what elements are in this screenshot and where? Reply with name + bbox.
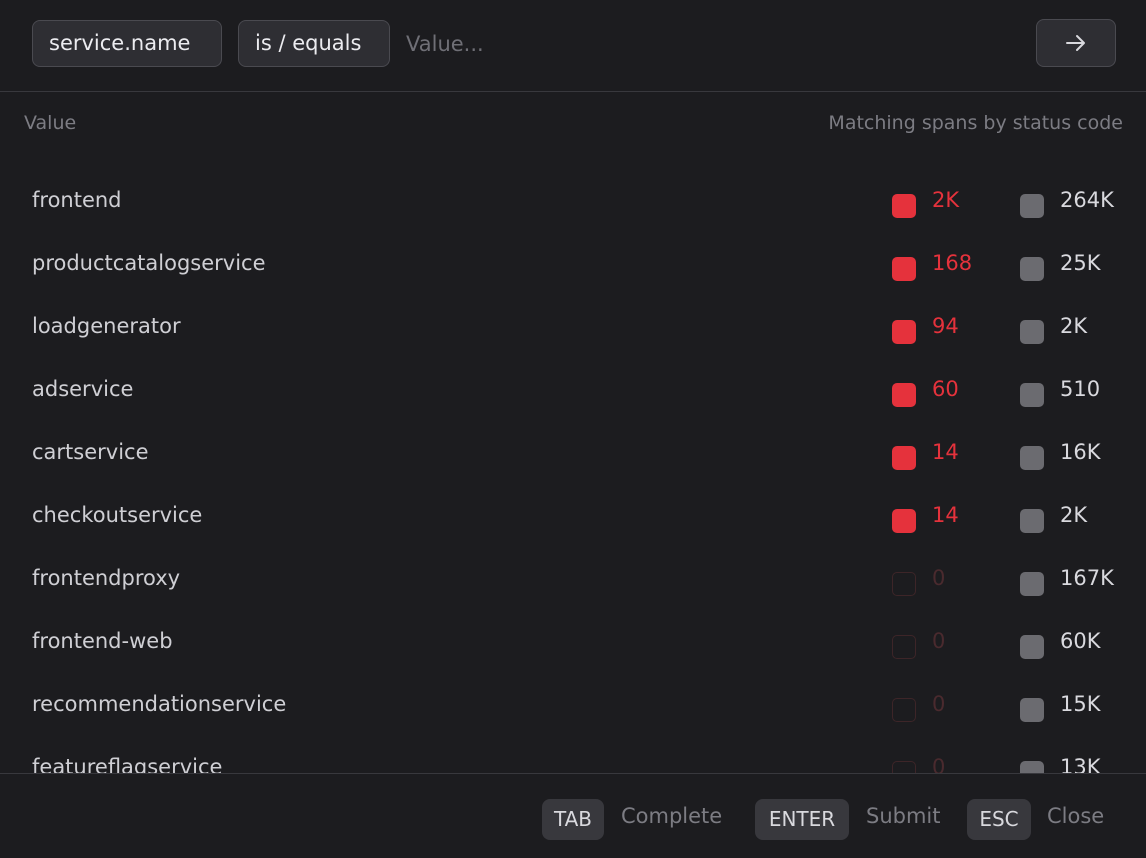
ok-count: 510 [1060, 377, 1101, 401]
error-status-swatch [892, 635, 916, 659]
service-name: productcatalogservice [32, 251, 266, 275]
filter-header: service.name is / equals [0, 0, 1146, 92]
error-status-swatch [892, 698, 916, 722]
ok-count: 16K [1060, 440, 1101, 464]
ok-status-swatch [1020, 698, 1044, 722]
error-count: 0 [932, 629, 946, 653]
error-status-swatch [892, 383, 916, 407]
error-status-swatch [892, 509, 916, 533]
error-status-swatch [892, 320, 916, 344]
error-status-swatch [892, 761, 916, 773]
error-status-swatch [892, 194, 916, 218]
list-item[interactable]: adservice 60 510 [0, 361, 1146, 424]
esc-key-badge: ESC [967, 799, 1031, 840]
ok-status-swatch [1020, 320, 1044, 344]
list-item[interactable]: checkoutservice 14 2K [0, 487, 1146, 550]
submit-button[interactable] [1036, 19, 1116, 67]
service-name: recommendationservice [32, 692, 287, 716]
service-name: checkoutservice [32, 503, 203, 527]
list-item[interactable]: productcatalogservice 168 25K [0, 235, 1146, 298]
ok-count: 2K [1060, 503, 1088, 527]
error-count: 2K [932, 188, 960, 212]
error-count: 60 [932, 377, 959, 401]
ok-status-swatch [1020, 194, 1044, 218]
value-column-header: Value [24, 112, 77, 134]
operator-chip[interactable]: is / equals [238, 20, 390, 67]
enter-key-badge: ENTER [755, 799, 849, 840]
enter-hint-label: Submit [866, 804, 941, 828]
ok-status-swatch [1020, 257, 1044, 281]
error-count: 14 [932, 440, 959, 464]
ok-count: 264K [1060, 188, 1114, 212]
ok-count: 15K [1060, 692, 1101, 716]
list-item[interactable]: loadgenerator 94 2K [0, 298, 1146, 361]
matching-column-header: Matching spans by status code [828, 112, 1123, 134]
service-name: cartservice [32, 440, 149, 464]
ok-count: 167K [1060, 566, 1114, 590]
error-status-swatch [892, 446, 916, 470]
service-name: loadgenerator [32, 314, 181, 338]
ok-count: 2K [1060, 314, 1088, 338]
esc-hint-label: Close [1047, 804, 1105, 828]
ok-status-swatch [1020, 572, 1044, 596]
value-list[interactable]: frontend 2K 264K productcatalogservice 1… [0, 172, 1146, 773]
list-item[interactable]: frontendproxy 0 167K [0, 550, 1146, 613]
ok-count: 25K [1060, 251, 1101, 275]
error-count: 168 [932, 251, 973, 275]
service-name: frontend-web [32, 629, 173, 653]
error-count: 0 [932, 566, 946, 590]
error-count: 0 [932, 755, 946, 773]
keyboard-hints-footer: TAB Complete ENTER Submit ESC Close [0, 773, 1146, 858]
ok-status-swatch [1020, 509, 1044, 533]
service-name: adservice [32, 377, 134, 401]
arrow-right-icon [1066, 35, 1085, 51]
service-name: frontend [32, 188, 122, 212]
list-item[interactable]: frontend 2K 264K [0, 172, 1146, 235]
ok-count: 13K [1060, 755, 1101, 773]
list-item[interactable]: recommendationservice 0 15K [0, 676, 1146, 739]
list-item[interactable]: frontend-web 0 60K [0, 613, 1146, 676]
ok-status-swatch [1020, 635, 1044, 659]
error-count: 14 [932, 503, 959, 527]
ok-status-swatch [1020, 761, 1044, 773]
list-item[interactable]: cartservice 14 16K [0, 424, 1146, 487]
service-name: frontendproxy [32, 566, 181, 590]
error-count: 0 [932, 692, 946, 716]
list-item[interactable]: featureflagservice 0 13K [0, 739, 1146, 773]
error-status-swatch [892, 572, 916, 596]
attribute-chip[interactable]: service.name [32, 20, 222, 67]
ok-status-swatch [1020, 383, 1044, 407]
service-name: featureflagservice [32, 755, 223, 773]
ok-status-swatch [1020, 446, 1044, 470]
tab-hint-label: Complete [621, 804, 723, 828]
tab-key-badge: TAB [542, 799, 604, 840]
error-count: 94 [932, 314, 959, 338]
ok-count: 60K [1060, 629, 1101, 653]
error-status-swatch [892, 257, 916, 281]
value-input[interactable] [406, 22, 1006, 66]
